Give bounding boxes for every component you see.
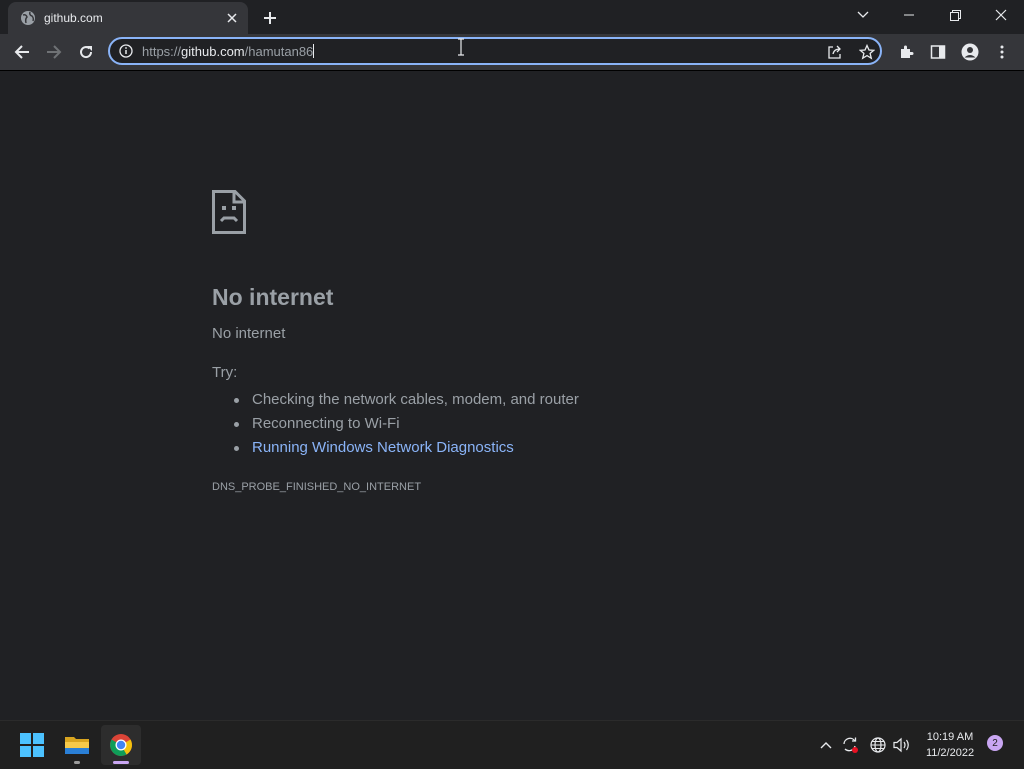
start-button[interactable]	[12, 725, 52, 765]
menu-kebab-icon[interactable]	[988, 38, 1016, 66]
globe-icon	[20, 10, 36, 26]
tab-github[interactable]: github.com	[8, 2, 248, 34]
side-panel-icon[interactable]	[924, 38, 952, 66]
info-icon[interactable]	[118, 43, 134, 59]
windows-logo-icon	[20, 733, 44, 757]
profile-avatar-icon[interactable]	[956, 38, 984, 66]
chrome-icon	[110, 734, 132, 756]
error-title: No internet	[212, 284, 334, 310]
suggestion-list: Checking the network cables, modem, and …	[212, 388, 812, 460]
url-host: github.com	[181, 44, 245, 59]
taskbar: 10:19 AM 11/2/2022	[0, 720, 1024, 769]
active-indicator	[113, 761, 129, 764]
error-page: No internet No internet Try: Checking th…	[212, 190, 812, 494]
error-subtitle: No internet	[212, 325, 286, 342]
share-icon[interactable]	[826, 43, 844, 61]
network-globe-icon[interactable]	[868, 735, 888, 755]
minimize-icon[interactable]	[886, 0, 932, 30]
reload-button[interactable]	[72, 38, 100, 66]
network-diagnostics-link[interactable]: Running Windows Network Diagnostics	[234, 436, 812, 460]
tab-title: github.com	[44, 11, 103, 25]
error-code: DNS_PROBE_FINISHED_NO_INTERNET	[212, 481, 422, 493]
browser-window: github.com https://github.com/hamutan86 …	[0, 0, 1024, 720]
back-button[interactable]	[8, 38, 36, 66]
volume-icon[interactable]	[892, 735, 912, 755]
sad-page-icon	[212, 190, 246, 234]
tab-close-icon[interactable]	[222, 8, 242, 28]
sync-error-icon[interactable]	[840, 735, 860, 755]
running-indicator	[74, 761, 80, 764]
show-hidden-icons-chevron[interactable]	[816, 735, 836, 755]
close-window-icon[interactable]	[978, 0, 1024, 30]
tab-strip: github.com	[0, 0, 1024, 34]
tab-search-chevron-icon[interactable]	[840, 0, 886, 30]
restore-icon[interactable]	[932, 0, 978, 30]
extensions-icon[interactable]	[892, 38, 920, 66]
star-icon[interactable]	[858, 43, 876, 61]
clock-date: 11/2/2022	[925, 747, 975, 759]
text-caret	[313, 44, 315, 58]
url-scheme: https://	[142, 44, 182, 59]
notification-badge[interactable]: 2	[987, 735, 1003, 751]
suggestion-check-cables: Checking the network cables, modem, and …	[234, 388, 812, 412]
forward-button[interactable]	[40, 38, 68, 66]
suggestion-reconnect-wifi: Reconnecting to Wi-Fi	[234, 412, 812, 436]
url-path: /hamutan86	[244, 44, 314, 59]
address-bar[interactable]: https://github.com/hamutan86	[108, 37, 882, 65]
system-clock[interactable]: 10:19 AM 11/2/2022	[918, 729, 982, 761]
text-cursor-icon	[458, 38, 464, 56]
folder-icon	[65, 737, 89, 754]
toolbar: https://github.com/hamutan86	[0, 34, 1024, 71]
try-label: Try:	[212, 364, 238, 381]
taskbar-chrome[interactable]	[101, 725, 141, 765]
new-tab-button[interactable]	[258, 6, 282, 30]
clock-time: 10:19 AM	[926, 731, 974, 743]
url-text[interactable]: https://github.com/hamutan86	[142, 43, 315, 61]
taskbar-file-explorer[interactable]	[57, 725, 97, 765]
